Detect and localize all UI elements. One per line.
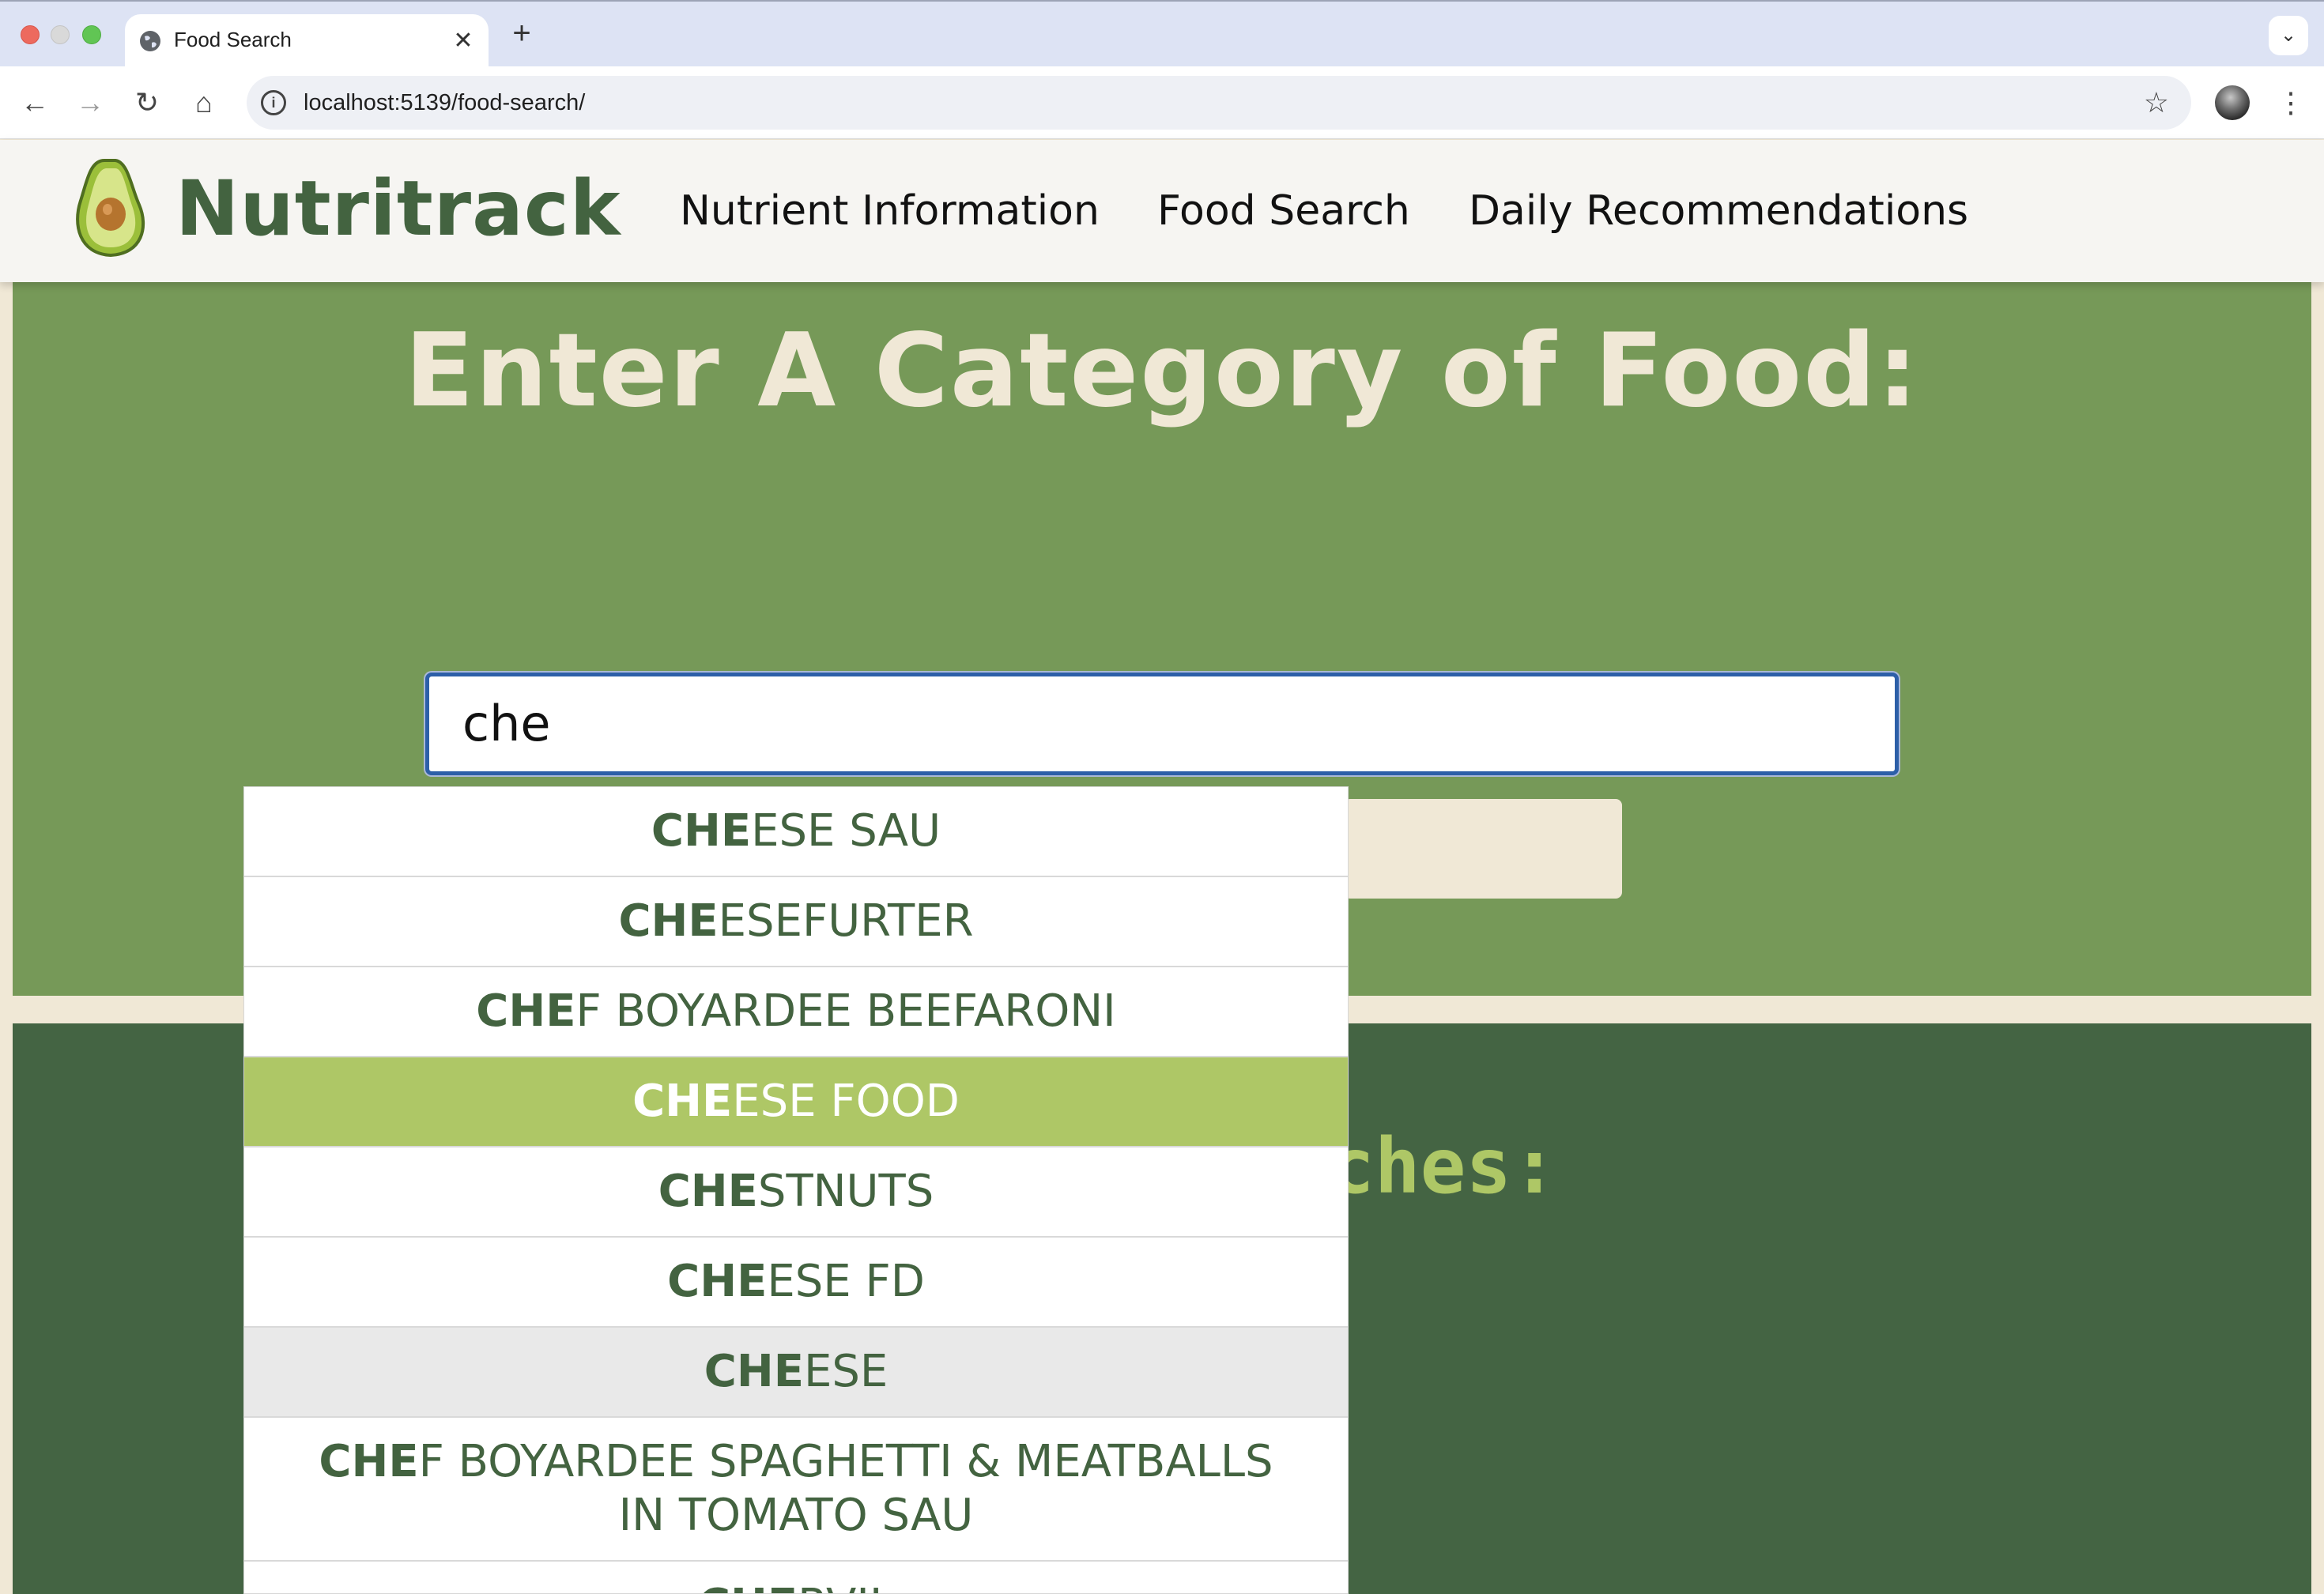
autocomplete-item-match: CHE — [658, 1166, 758, 1217]
autocomplete-item-rest: F BOYARDEE BEEFARONI — [575, 985, 1116, 1037]
site-header: Nutritrack Nutrient Information Food Sea… — [0, 140, 2324, 282]
autocomplete-item-rest: ESE — [803, 1346, 888, 1397]
autocomplete-item[interactable]: CHEESE SAU — [244, 787, 1348, 877]
autocomplete-item[interactable]: CHEF BOYARDEE SPAGHETTI & MEATBALLS IN T… — [244, 1418, 1348, 1562]
autocomplete-item[interactable]: CHEESEFURTER — [244, 877, 1348, 967]
globe-icon — [140, 31, 160, 51]
home-icon[interactable]: ⌂ — [183, 82, 224, 123]
food-category-search-input[interactable]: che — [425, 673, 1899, 775]
browser-tab-bar: Food Search ✕ + ⌄ — [0, 0, 2324, 68]
nav-food-search[interactable]: Food Search — [1157, 186, 1410, 236]
nav-daily-recommendations[interactable]: Daily Recommendations — [1469, 186, 1968, 236]
address-bar[interactable]: i localhost:5139/food-search/ ☆ — [247, 76, 2191, 130]
search-submit-button[interactable] — [1344, 799, 1622, 899]
back-arrow-icon[interactable]: ← — [14, 82, 55, 123]
autocomplete-item[interactable]: CHESTNUTS — [244, 1147, 1348, 1238]
autocomplete-item[interactable]: CHEF BOYARDEE BEEFARONI — [244, 967, 1348, 1057]
autocomplete-item-active[interactable]: CHEESE FOOD — [244, 1057, 1348, 1147]
autocomplete-item-rest: F BOYARDEE SPAGHETTI & MEATBALLS IN TOMA… — [418, 1436, 1273, 1541]
autocomplete-item-match: CHE — [618, 895, 719, 947]
tab-search-chevron-icon[interactable]: ⌄ — [2269, 16, 2308, 55]
autocomplete-item-rest: RVIL — [798, 1580, 894, 1593]
site-logo-text[interactable]: Nutritrack — [175, 165, 621, 252]
new-tab-button[interactable]: + — [506, 17, 538, 49]
autocomplete-item-match: CHE — [704, 1346, 804, 1397]
autocomplete-item-rest: ESE FD — [767, 1256, 925, 1307]
close-tab-icon[interactable]: ✕ — [449, 27, 477, 55]
site-info-icon[interactable]: i — [261, 90, 286, 115]
nav-nutrient-information[interactable]: Nutrient Information — [680, 186, 1100, 236]
forward-arrow-icon[interactable]: → — [70, 82, 111, 123]
autocomplete-item-match: CHE — [698, 1580, 798, 1593]
window-zoom-button[interactable] — [82, 25, 101, 44]
autocomplete-item[interactable]: CHERVIL — [244, 1562, 1348, 1593]
address-url[interactable]: localhost:5139/food-search/ — [304, 87, 585, 119]
autocomplete-dropdown: CHEESE SAU CHEESEFURTER CHEF BOYARDEE BE… — [243, 786, 1349, 1594]
autocomplete-item-match: CHE — [632, 1076, 733, 1127]
autocomplete-item-match: CHE — [667, 1256, 768, 1307]
search-heading: Enter A Category of Food: — [405, 312, 1919, 430]
window-minimize-button[interactable] — [51, 25, 70, 44]
avocado-logo-icon[interactable] — [73, 157, 149, 260]
browser-toolbar: ← → ↻ ⌂ i localhost:5139/food-search/ ☆ … — [0, 66, 2324, 139]
profile-avatar[interactable] — [2215, 85, 2250, 120]
page: Nutritrack Nutrient Information Food Sea… — [0, 140, 2324, 1594]
autocomplete-item-rest: ESEFURTER — [718, 895, 974, 947]
reload-icon[interactable]: ↻ — [126, 82, 168, 123]
autocomplete-item-match: CHE — [651, 805, 752, 857]
autocomplete-item-hovered[interactable]: CHEESE — [244, 1328, 1348, 1418]
autocomplete-item-match: CHE — [319, 1436, 419, 1487]
autocomplete-item-rest: STNUTS — [757, 1166, 934, 1217]
autocomplete-item[interactable]: CHEESE FD — [244, 1238, 1348, 1328]
bookmark-star-icon[interactable]: ☆ — [2144, 85, 2169, 120]
autocomplete-item-match: CHE — [476, 985, 576, 1037]
autocomplete-item-rest: ESE SAU — [751, 805, 941, 857]
tab-title: Food Search — [174, 28, 292, 51]
autocomplete-item-rest: ESE FOOD — [732, 1076, 960, 1127]
browser-tab-active[interactable]: Food Search ✕ — [125, 14, 489, 68]
browser-menu-icon[interactable]: ⋮ — [2270, 82, 2311, 123]
window-close-button[interactable] — [21, 25, 40, 44]
